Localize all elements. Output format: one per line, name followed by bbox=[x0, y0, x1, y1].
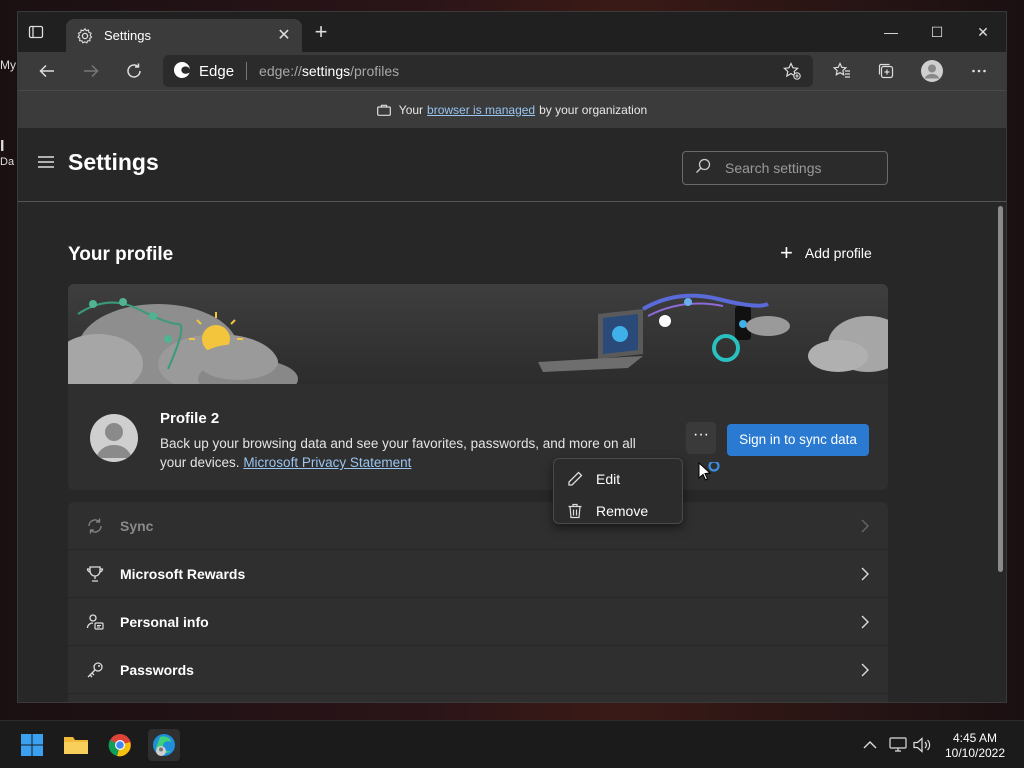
list-item-personal-info[interactable]: Personal info bbox=[68, 598, 888, 646]
close-window-button[interactable]: ✕ bbox=[960, 12, 1006, 52]
profile-banner bbox=[68, 284, 888, 384]
settings-list: Sync Microsoft Rewards Personal info Pas… bbox=[68, 502, 888, 702]
menu-item-label: Remove bbox=[596, 503, 649, 519]
tab-title: Settings bbox=[104, 28, 151, 43]
tab-settings[interactable]: Settings ✕ bbox=[66, 19, 302, 52]
list-item-rewards[interactable]: Microsoft Rewards bbox=[68, 550, 888, 598]
desktop-icon-label: I bbox=[0, 138, 5, 155]
clock-time: 4:45 AM bbox=[952, 731, 998, 745]
close-tab-icon[interactable]: ✕ bbox=[276, 27, 292, 44]
menu-item-remove[interactable]: Remove bbox=[554, 495, 682, 527]
maximize-button[interactable]: ☐ bbox=[914, 12, 960, 52]
section-title: Your profile bbox=[68, 244, 174, 265]
managed-banner: Your browser is managed by your organiza… bbox=[18, 90, 1006, 128]
sync-icon bbox=[86, 517, 104, 535]
chevron-right-icon bbox=[860, 567, 870, 581]
clock-date: 10/10/2022 bbox=[944, 746, 1006, 760]
search-box[interactable] bbox=[682, 151, 888, 185]
chevron-up-icon[interactable] bbox=[860, 735, 880, 755]
managed-link[interactable]: browser is managed bbox=[427, 103, 535, 117]
more-actions-button[interactable]: ··· bbox=[686, 422, 716, 454]
list-item-next[interactable] bbox=[68, 694, 888, 702]
add-favorite-icon[interactable] bbox=[783, 62, 801, 83]
list-item-passwords[interactable]: Passwords bbox=[68, 646, 888, 694]
plus-icon: + bbox=[780, 240, 793, 265]
profile-info: Profile 2 Back up your browsing data and… bbox=[68, 384, 888, 490]
chevron-right-icon bbox=[860, 519, 870, 533]
managed-text-after: by your organization bbox=[539, 102, 648, 117]
file-explorer-icon[interactable] bbox=[60, 729, 92, 761]
tab-actions-icon[interactable] bbox=[28, 24, 44, 40]
edge-taskbar-icon[interactable] bbox=[148, 729, 180, 761]
browser-toolbar: Edge edge://settings/profiles bbox=[18, 52, 1006, 90]
profile-card: Profile 2 Back up your browsing data and… bbox=[68, 284, 888, 490]
briefcase-icon bbox=[376, 104, 391, 116]
profile-avatar-icon[interactable] bbox=[921, 60, 943, 82]
minimize-button[interactable]: — bbox=[868, 12, 914, 52]
trophy-icon bbox=[86, 565, 104, 583]
page-title: Settings bbox=[68, 149, 159, 175]
list-item-label: Personal info bbox=[120, 613, 209, 630]
address-separator bbox=[246, 62, 248, 80]
list-item-sync[interactable]: Sync bbox=[68, 502, 888, 550]
banner-illustration bbox=[68, 293, 888, 384]
menu-item-label: Edit bbox=[596, 471, 621, 487]
search-icon bbox=[695, 158, 711, 179]
avatar bbox=[90, 414, 138, 462]
list-item-label: Microsoft Rewards bbox=[120, 565, 246, 582]
profile-context-menu: Edit Remove bbox=[553, 458, 683, 524]
volume-icon[interactable] bbox=[912, 735, 932, 755]
new-tab-button[interactable]: + bbox=[312, 21, 330, 43]
tab-strip: Settings ✕ + — ☐ ✕ bbox=[18, 12, 1006, 52]
key-icon bbox=[86, 661, 104, 679]
gear-icon bbox=[76, 27, 94, 45]
search-input[interactable] bbox=[725, 160, 875, 176]
collections-icon[interactable] bbox=[875, 60, 897, 82]
taskbar-clock[interactable]: 4:45 AM 10/10/2022 bbox=[940, 731, 1010, 761]
address-bar[interactable]: Edge edge://settings/profiles bbox=[163, 55, 813, 87]
forward-arrow-icon[interactable] bbox=[80, 60, 102, 82]
privacy-statement-link[interactable]: Microsoft Privacy Statement bbox=[243, 455, 411, 470]
address-brand: Edge bbox=[199, 62, 235, 80]
settings-content: Your profile + Add profile Profile 2 Bac… bbox=[18, 202, 1006, 702]
more-options-icon[interactable] bbox=[968, 60, 990, 82]
chevron-right-icon bbox=[860, 663, 870, 677]
refresh-icon[interactable] bbox=[123, 60, 145, 82]
person-card-icon bbox=[86, 613, 104, 631]
edge-logo-icon bbox=[173, 61, 191, 82]
sign-in-sync-button[interactable]: Sign in to sync data bbox=[727, 424, 869, 456]
chevron-right-icon bbox=[860, 615, 870, 629]
scrollbar-thumb[interactable] bbox=[998, 206, 1003, 572]
mouse-cursor-icon bbox=[698, 460, 722, 489]
pencil-icon bbox=[566, 470, 584, 488]
add-profile-button[interactable]: + Add profile bbox=[780, 240, 872, 265]
chrome-icon[interactable] bbox=[104, 729, 136, 761]
managed-text-before: Your bbox=[398, 102, 424, 117]
list-item-label: Passwords bbox=[120, 661, 194, 678]
favorites-icon[interactable] bbox=[831, 60, 853, 82]
profile-name: Profile 2 bbox=[160, 410, 220, 427]
network-icon[interactable] bbox=[888, 735, 908, 755]
settings-header: Settings bbox=[18, 128, 1006, 202]
taskbar: 4:45 AM 10/10/2022 bbox=[0, 720, 1024, 768]
desktop-icon-label: Da bbox=[0, 156, 15, 168]
trash-icon bbox=[566, 502, 584, 520]
address-url: edge://settings/profiles bbox=[259, 63, 400, 79]
add-profile-label: Add profile bbox=[804, 245, 872, 261]
menu-icon[interactable] bbox=[38, 155, 54, 168]
start-windows-icon[interactable] bbox=[16, 729, 48, 761]
menu-item-edit[interactable]: Edit bbox=[554, 463, 682, 495]
desktop-icon-label: My bbox=[0, 58, 16, 72]
back-arrow-icon[interactable] bbox=[36, 60, 58, 82]
list-item-label: Sync bbox=[120, 517, 154, 534]
browser-window: Settings ✕ + — ☐ ✕ Edge edge://settings/… bbox=[17, 11, 1007, 703]
